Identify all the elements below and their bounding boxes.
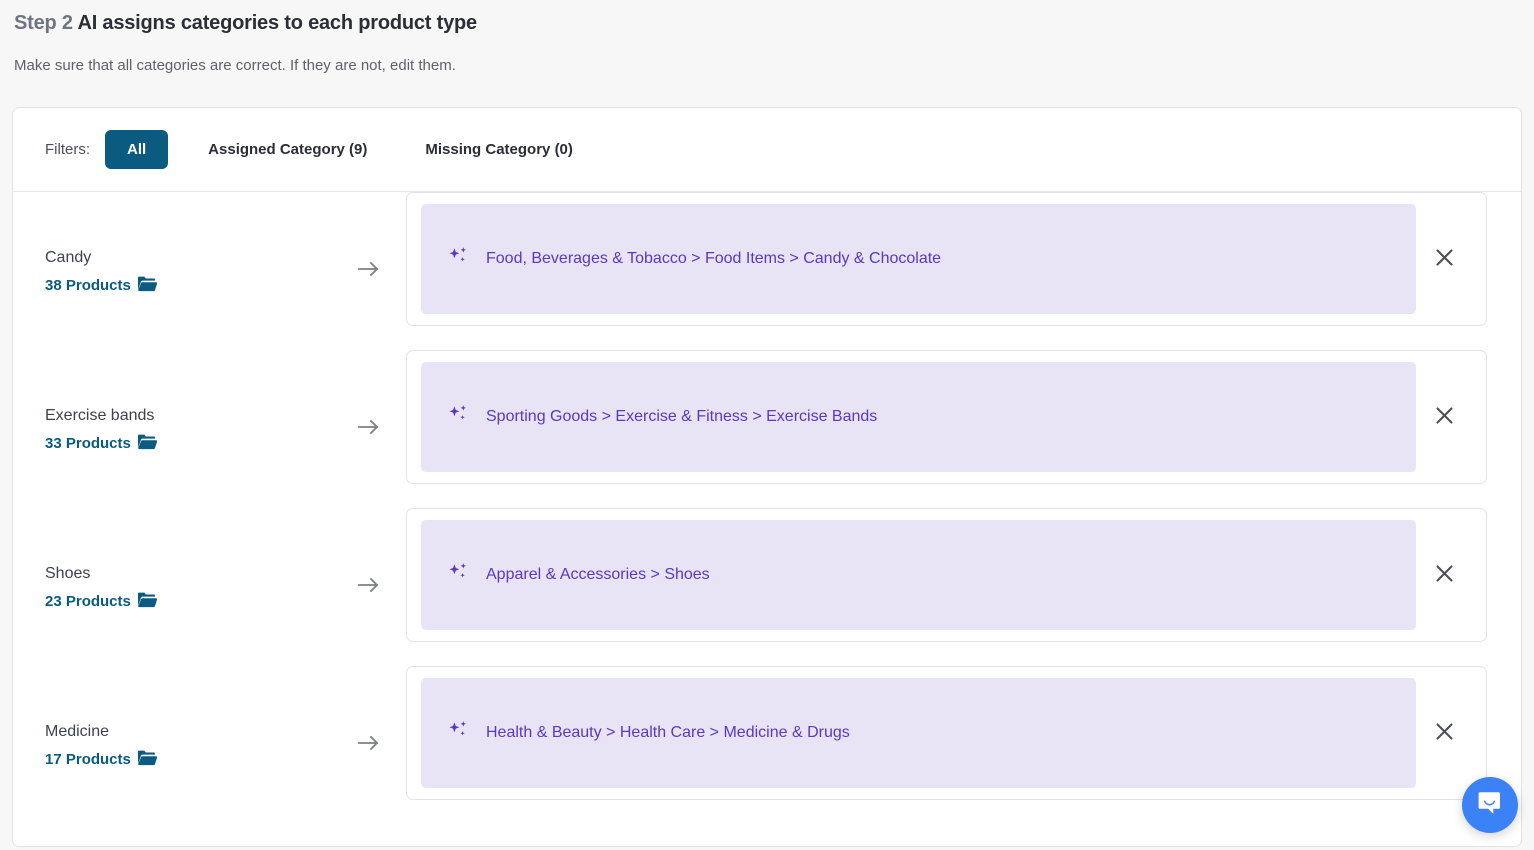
close-icon [1435,248,1454,270]
product-count-label: 38 Products [45,277,131,294]
filters-label: Filters: [45,141,90,158]
product-count-label: 33 Products [45,435,131,452]
category-chip[interactable]: Apparel & Accessories > Shoes [421,520,1416,630]
arrow-right-icon [358,735,380,756]
ai-sparkle-icon [447,404,469,431]
filter-missing-category-button[interactable]: Missing Category (0) [407,130,591,169]
folder-open-icon [137,434,157,455]
product-count-label: 17 Products [45,751,131,768]
product-type-info: Exercise bands 33 Products [45,404,358,455]
arrow-right-icon [358,577,380,598]
filter-all-button[interactable]: All [105,130,169,169]
page-subtitle: Make sure that all categories are correc… [14,57,456,74]
ai-sparkle-icon [447,562,469,589]
product-type-name: Candy [45,248,92,266]
folder-open-icon [137,276,157,297]
assigned-category-box: Sporting Goods > Exercise & Fitness > Ex… [406,350,1487,484]
product-count-line[interactable]: 38 Products [45,276,358,297]
category-path-label: Apparel & Accessories > Shoes [486,566,710,583]
remove-category-button[interactable] [1416,406,1472,428]
close-icon [1435,722,1454,744]
step-label: Step 2 [14,12,73,34]
category-chip[interactable]: Health & Beauty > Health Care > Medicine… [421,678,1416,788]
assigned-category-box: Food, Beverages & Tobacco > Food Items >… [406,192,1487,326]
product-type-name: Medicine [45,722,110,740]
product-count-line[interactable]: 17 Products [45,750,358,771]
filter-assigned-category-button[interactable]: Assigned Category (9) [190,130,385,169]
remove-category-button[interactable] [1416,564,1472,586]
chat-bubble-icon [1477,790,1504,820]
product-type-info: Shoes 23 Products [45,562,358,613]
category-path-label: Sporting Goods > Exercise & Fitness > Ex… [486,408,878,425]
category-chip[interactable]: Sporting Goods > Exercise & Fitness > Ex… [421,362,1416,472]
remove-category-button[interactable] [1416,722,1472,744]
product-count-line[interactable]: 23 Products [45,592,358,613]
page-header: Step 2 AI assigns categories to each pro… [0,0,1534,76]
remove-category-button[interactable] [1416,248,1472,270]
arrow-right-icon [358,419,380,440]
ai-sparkle-icon [447,720,469,747]
ai-sparkle-icon [447,246,469,273]
product-type-cell: Candy 38 Products [13,192,406,350]
product-type-name: Exercise bands [45,406,155,424]
table-row: Shoes 23 Products Apparel & Accessories … [13,508,1521,666]
product-type-name: Shoes [45,564,91,582]
filter-bar: Filters: All Assigned Category (9) Missi… [13,108,1521,192]
folder-open-icon [137,750,157,771]
product-count-line[interactable]: 33 Products [45,434,358,455]
chat-launcher-button[interactable] [1462,777,1518,833]
product-type-cell: Shoes 23 Products [13,508,406,666]
product-count-label: 23 Products [45,593,131,610]
page-title: Step 2 AI assigns categories to each pro… [14,6,1534,40]
table-row: Candy 38 Products Food, Beverages & Toba… [13,192,1521,350]
product-type-cell: Medicine 17 Products [13,666,406,824]
table-row: Exercise bands 33 Products Sporting Good… [13,350,1521,508]
close-icon [1435,406,1454,428]
categories-card: Filters: All Assigned Category (9) Missi… [12,107,1522,847]
page-title-text: AI assigns categories to each product ty… [77,12,477,34]
folder-open-icon [137,592,157,613]
category-path-label: Health & Beauty > Health Care > Medicine… [486,724,850,741]
product-type-info: Candy 38 Products [45,246,358,297]
product-type-list: Candy 38 Products Food, Beverages & Toba… [13,192,1521,824]
product-type-cell: Exercise bands 33 Products [13,350,406,508]
category-chip[interactable]: Food, Beverages & Tobacco > Food Items >… [421,204,1416,314]
assigned-category-box: Apparel & Accessories > Shoes [406,508,1487,642]
category-path-label: Food, Beverages & Tobacco > Food Items >… [486,250,942,267]
table-row: Medicine 17 Products Health & Beauty > H… [13,666,1521,824]
arrow-right-icon [358,261,380,282]
close-icon [1435,564,1454,586]
product-type-info: Medicine 17 Products [45,720,358,771]
assigned-category-box: Health & Beauty > Health Care > Medicine… [406,666,1487,800]
